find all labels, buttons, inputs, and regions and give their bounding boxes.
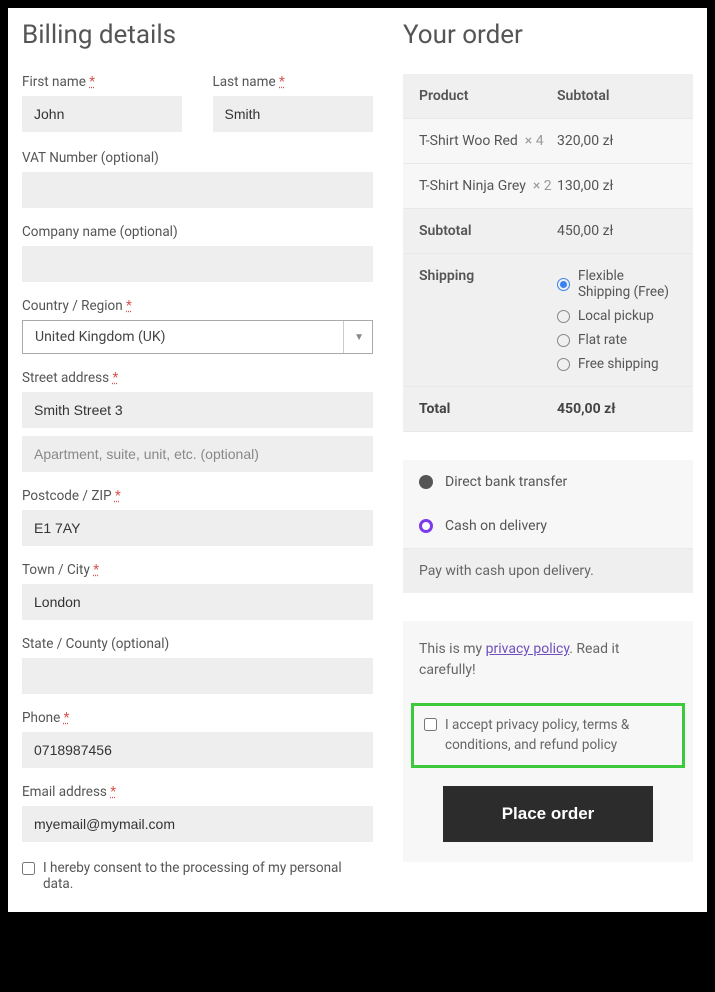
email-input[interactable] — [22, 806, 373, 842]
vat-input[interactable] — [22, 172, 373, 208]
first-name-input[interactable] — [22, 96, 182, 132]
chevron-down-icon: ▼ — [343, 321, 364, 353]
radio-icon — [557, 358, 570, 371]
country-select[interactable]: United Kingdom (UK) ▼ — [22, 320, 373, 354]
place-order-button[interactable]: Place order — [443, 786, 653, 842]
consent-label: I hereby consent to the processing of my… — [43, 860, 373, 892]
payment-option-cod[interactable]: Cash on delivery — [403, 504, 693, 548]
required-indicator: * — [64, 710, 70, 726]
shipping-option[interactable]: Flat rate — [557, 332, 677, 348]
billing-heading: Billing details — [22, 20, 373, 50]
company-label: Company name (optional) — [22, 224, 373, 240]
order-item: T-Shirt Woo Red × 4 320,00 zł — [403, 119, 693, 164]
th-subtotal: Subtotal — [557, 88, 677, 104]
radio-icon — [557, 278, 570, 291]
radio-icon — [557, 334, 570, 347]
order-summary: Product Subtotal T-Shirt Woo Red × 4 320… — [403, 74, 693, 432]
required-indicator: * — [112, 370, 118, 386]
required-indicator: * — [279, 74, 285, 90]
first-name-label: First name * — [22, 74, 183, 90]
country-label: Country / Region * — [22, 298, 373, 314]
town-input[interactable] — [22, 584, 373, 620]
total-value: 450,00 zł — [557, 401, 677, 417]
phone-label: Phone * — [22, 710, 373, 726]
subtotal-value: 450,00 zł — [557, 223, 677, 239]
accept-terms-checkbox[interactable] — [424, 718, 437, 731]
phone-input[interactable] — [22, 732, 373, 768]
accept-terms-highlight: I accept privacy policy, terms & conditi… — [411, 703, 685, 768]
shipping-option[interactable]: Local pickup — [557, 308, 677, 324]
postcode-input[interactable] — [22, 510, 373, 546]
last-name-input[interactable] — [213, 96, 373, 132]
payment-option-bank[interactable]: Direct bank transfer — [403, 460, 693, 504]
shipping-option[interactable]: Free shipping — [557, 356, 677, 372]
shipping-option[interactable]: Flexible Shipping (Free) — [557, 268, 677, 300]
town-label: Town / City * — [22, 562, 373, 578]
street-input-2[interactable] — [22, 436, 373, 472]
required-indicator: * — [93, 562, 99, 578]
payment-methods: Direct bank transfer Cash on delivery Pa… — [403, 460, 693, 593]
state-input[interactable] — [22, 658, 373, 694]
accept-terms-label: I accept privacy policy, terms & conditi… — [445, 716, 672, 755]
vat-label: VAT Number (optional) — [22, 150, 373, 166]
order-item: T-Shirt Ninja Grey × 2 130,00 zł — [403, 164, 693, 209]
required-indicator: * — [115, 488, 121, 504]
total-label: Total — [419, 401, 557, 417]
email-label: Email address * — [22, 784, 373, 800]
radio-icon — [557, 310, 570, 323]
required-indicator: * — [126, 298, 132, 314]
street-label: Street address * — [22, 370, 373, 386]
shipping-label: Shipping — [419, 268, 557, 372]
privacy-policy-text: This is my privacy policy. Read it caref… — [419, 639, 677, 681]
street-input-1[interactable] — [22, 392, 373, 428]
company-input[interactable] — [22, 246, 373, 282]
last-name-label: Last name * — [213, 74, 374, 90]
order-heading: Your order — [403, 20, 693, 50]
radio-icon — [419, 519, 433, 533]
required-indicator: * — [89, 74, 95, 90]
required-indicator: * — [110, 784, 116, 800]
postcode-label: Postcode / ZIP * — [22, 488, 373, 504]
subtotal-label: Subtotal — [419, 223, 557, 239]
th-product: Product — [419, 88, 557, 104]
consent-checkbox[interactable] — [22, 862, 35, 875]
radio-icon — [419, 475, 433, 489]
state-label: State / County (optional) — [22, 636, 373, 652]
privacy-policy-link[interactable]: privacy policy — [486, 641, 570, 657]
payment-description: Pay with cash upon delivery. — [403, 548, 693, 593]
